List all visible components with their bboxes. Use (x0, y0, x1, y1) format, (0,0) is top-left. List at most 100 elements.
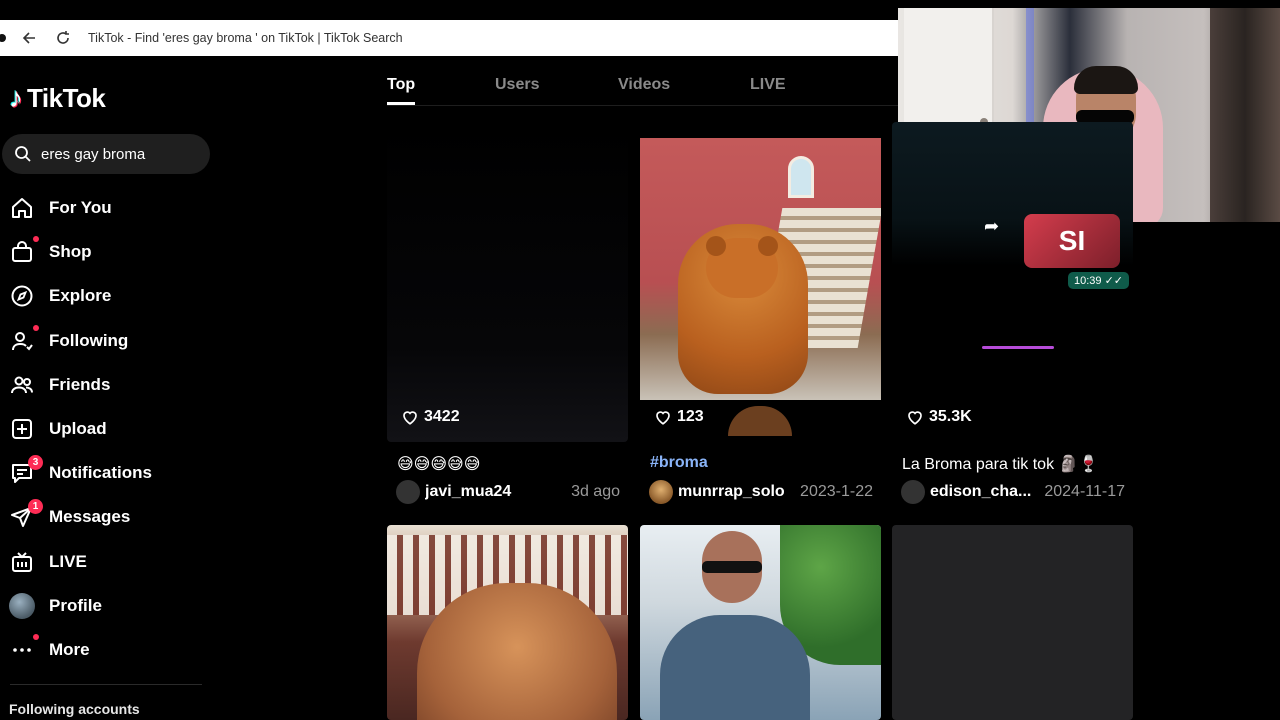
like-count-value: 123 (677, 408, 704, 425)
video-thumbnail[interactable] (640, 122, 881, 442)
webcam-person-hair (1074, 66, 1138, 94)
video-thumbnail-loading[interactable] (892, 525, 1133, 720)
heart-icon (403, 411, 417, 425)
sidebar-item-label: Upload (49, 419, 107, 439)
like-count-value: 35.3K (929, 408, 972, 425)
video-thumbnail[interactable] (640, 525, 881, 720)
video-thumbnail[interactable]: ➦ SI 10:39 ✓✓ (892, 122, 1133, 442)
friends-icon (9, 372, 35, 398)
tab-videos[interactable]: Videos (618, 76, 670, 94)
sidebar-item-label: Notifications (49, 463, 152, 483)
search-icon (15, 146, 31, 162)
sidebar-item-profile[interactable]: Profile (0, 584, 210, 628)
profile-avatar-icon (9, 592, 35, 619)
search-tabs: Top Users Videos LIVE (387, 56, 898, 106)
thumbnail-bear-ear (758, 236, 778, 256)
video-card[interactable] (640, 525, 881, 720)
video-card[interactable]: 3422 😅😅😅😅😅 javi_mua24 3d ago (387, 122, 628, 504)
like-count: 123 (654, 408, 704, 426)
logo-text: TikTok (27, 82, 106, 113)
sidebar-item-explore[interactable]: Explore (0, 274, 210, 318)
video-caption-hashtag[interactable]: #broma (650, 454, 708, 472)
avatar (9, 592, 35, 619)
video-caption[interactable]: La Broma para tik tok 🗿🍷 (902, 454, 1098, 474)
thumbnail-progress-bar (982, 346, 1054, 349)
sidebar-item-label: Shop (49, 242, 92, 262)
following-accounts-heading: Following accounts (9, 701, 140, 717)
shop-notification-dot (33, 236, 39, 243)
avatar[interactable] (396, 480, 420, 504)
like-count: 35.3K (906, 408, 972, 426)
shopping-bag-icon (9, 236, 39, 265)
thumbnail-window (788, 156, 814, 198)
back-arrow-icon[interactable] (18, 27, 40, 49)
sidebar-item-label: Friends (49, 374, 111, 394)
video-meta: edison_cha... 2024-11-17 (901, 480, 1125, 504)
chat-sticker: SI (1024, 214, 1120, 268)
compass-icon (9, 283, 35, 309)
sidebar-divider (10, 684, 202, 685)
sidebar-item-label: Messages (49, 507, 131, 527)
browser-title-bar: TikTok - Find 'eres gay broma ' on TikTo… (0, 20, 898, 56)
video-meta: munrrap_solo 2023-1-22 (649, 480, 873, 504)
sidebar-item-more[interactable]: More (0, 628, 210, 672)
video-date: 2023-1-22 (800, 483, 873, 500)
sidebar-item-following[interactable]: Following (0, 319, 210, 363)
more-notification-dot (33, 633, 39, 640)
video-card[interactable]: ➦ SI 10:39 ✓✓ 35.3K La Broma para tik to… (892, 122, 1133, 504)
sidebar-item-notifications[interactable]: 3 Notifications (0, 451, 210, 495)
sidebar-item-label: Profile (49, 595, 102, 615)
messages-badge: 1 (28, 499, 43, 515)
sidebar-item-label: LIVE (49, 551, 87, 571)
following-notification-dot (33, 324, 39, 331)
video-thumbnail[interactable] (387, 122, 628, 442)
share-arrow-icon: ➦ (984, 216, 1000, 236)
sidebar-item-friends[interactable]: Friends (0, 363, 210, 407)
video-caption[interactable]: 😅😅😅😅😅 (397, 454, 480, 474)
thumbnail-bear-small (728, 406, 792, 436)
sidebar-item-label: For You (49, 198, 112, 218)
avatar[interactable] (649, 480, 673, 504)
tab-live[interactable]: LIVE (750, 76, 786, 94)
tiktok-logo[interactable]: ♪ TikTok (9, 82, 106, 114)
sidebar-item-messages[interactable]: 1 Messages (0, 495, 210, 539)
active-tab-indicator (387, 102, 415, 105)
notifications-badge: 3 (28, 455, 43, 471)
sidebar-item-label: Explore (49, 286, 112, 306)
sidebar-nav: For You Shop Explore Following Friends U… (0, 186, 210, 672)
thumbnail-bear-ear (706, 236, 726, 256)
sidebar-item-shop[interactable]: Shop (0, 230, 210, 274)
live-icon (9, 549, 35, 575)
video-username[interactable]: munrrap_solo (678, 483, 800, 501)
video-username[interactable]: edison_cha... (930, 483, 1044, 501)
tiktok-note-icon: ♪ (9, 82, 23, 113)
like-count: 3422 (401, 408, 460, 426)
thumbnail-scene (640, 138, 881, 400)
thumbnail-person-body (660, 615, 810, 720)
like-count-value: 3422 (424, 408, 460, 425)
heart-icon (656, 411, 670, 425)
avatar[interactable] (901, 480, 925, 504)
following-icon (9, 324, 39, 354)
search-input[interactable]: eres gay broma (2, 134, 210, 174)
sidebar-item-for-you[interactable]: For You (0, 186, 210, 230)
video-card[interactable] (387, 525, 628, 720)
tab-top[interactable]: Top (387, 76, 415, 94)
video-card[interactable]: 123 #broma munrrap_solo 2023-1-22 (640, 122, 881, 504)
browser-dot (0, 34, 6, 42)
refresh-icon[interactable] (52, 27, 74, 49)
sidebar-item-label: More (49, 639, 90, 659)
sidebar-item-live[interactable]: LIVE (0, 540, 210, 584)
video-card[interactable] (892, 525, 1133, 720)
video-username[interactable]: javi_mua24 (425, 483, 571, 501)
video-date: 3d ago (571, 483, 620, 500)
more-icon (9, 633, 39, 663)
video-date: 2024-11-17 (1044, 483, 1125, 500)
sidebar-item-upload[interactable]: Upload (0, 407, 210, 451)
tab-users[interactable]: Users (495, 76, 539, 94)
sidebar-item-label: Following (49, 330, 129, 350)
thumbnail-sunglasses (702, 561, 762, 573)
page-title: TikTok - Find 'eres gay broma ' on TikTo… (88, 31, 403, 45)
home-icon (9, 195, 35, 221)
video-thumbnail[interactable] (387, 525, 628, 720)
